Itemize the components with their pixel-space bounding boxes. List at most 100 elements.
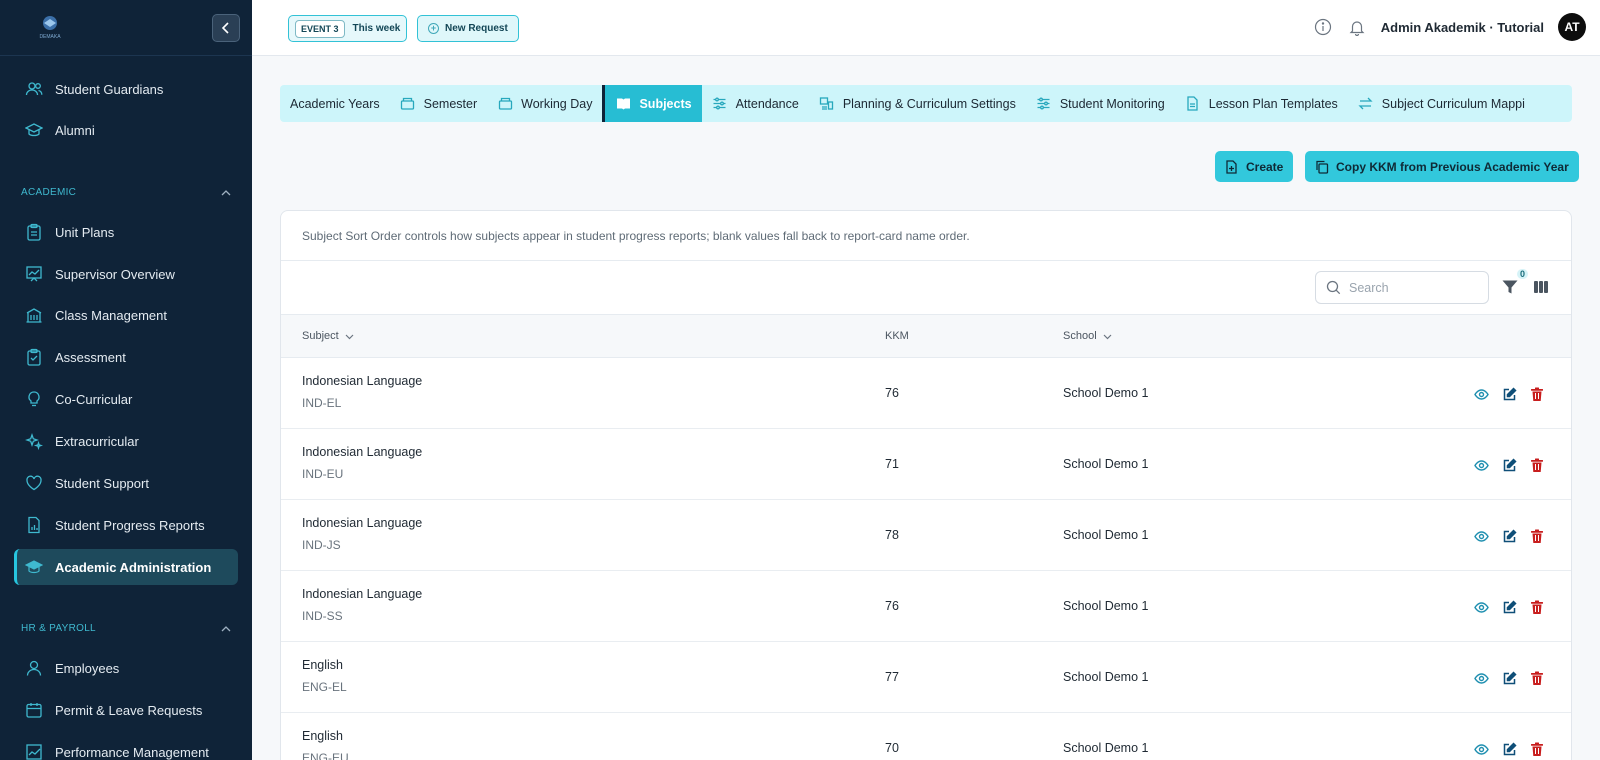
- section-label: ACADEMIC: [21, 187, 77, 198]
- chevron-up-icon: [221, 625, 231, 631]
- edit-icon[interactable]: [1501, 386, 1517, 402]
- sidebar-item-label: Performance Management: [55, 744, 209, 760]
- sidebar-item-assessment[interactable]: Assessment: [14, 339, 238, 375]
- view-icon[interactable]: [1473, 386, 1489, 402]
- edit-icon[interactable]: [1501, 670, 1517, 686]
- file-text-icon: [1185, 96, 1201, 112]
- graduation-cap-icon: [24, 120, 44, 140]
- tab-planning-curriculum-settings[interactable]: Planning & Curriculum Settings: [809, 85, 1026, 122]
- user-name[interactable]: Admin Akademik · Tutorial: [1381, 20, 1544, 35]
- tab-academic-years[interactable]: Academic Years: [280, 85, 390, 122]
- tab-label: Lesson Plan Templates: [1208, 96, 1338, 111]
- column-header-school[interactable]: School: [1063, 330, 1112, 342]
- table-row[interactable]: English ENG-EU 70 School Demo 1: [281, 713, 1571, 760]
- event-chip[interactable]: EVENT 3 This week: [288, 15, 408, 42]
- tab-subject-curriculum-mapping[interactable]: Subject Curriculum Mappi: [1348, 85, 1535, 122]
- app-logo[interactable]: DEMAKA: [34, 14, 66, 40]
- sidebar-item-alumni[interactable]: Alumni: [14, 112, 238, 148]
- view-icon[interactable]: [1473, 599, 1489, 615]
- filter-icon: [1502, 280, 1518, 294]
- view-icon[interactable]: [1473, 457, 1489, 473]
- delete-icon[interactable]: [1529, 599, 1545, 615]
- subject-code: IND-EU: [302, 467, 344, 481]
- subject-code: ENG-EU: [302, 751, 349, 760]
- bell-icon[interactable]: [1347, 17, 1367, 37]
- sidebar-item-extracurricular[interactable]: Extracurricular: [14, 423, 238, 459]
- tab-subjects[interactable]: Subjects: [602, 85, 702, 122]
- sidebar-item-permit-leave-requests[interactable]: Permit & Leave Requests: [14, 692, 238, 728]
- delete-icon[interactable]: [1529, 386, 1545, 402]
- sidebar-item-label: Supervisor Overview: [55, 266, 175, 282]
- delete-icon[interactable]: [1529, 457, 1545, 473]
- tab-label: Student Monitoring: [1059, 96, 1165, 111]
- sidebar-collapse-button[interactable]: [212, 14, 240, 42]
- school-name: School Demo 1: [1063, 457, 1149, 471]
- sidebar-item-class-management[interactable]: Class Management: [14, 297, 238, 333]
- sidebar-item-co-curricular[interactable]: Co-Curricular: [14, 381, 238, 417]
- heart-icon: [24, 473, 44, 493]
- column-header-subject[interactable]: Subject: [302, 330, 354, 342]
- view-icon[interactable]: [1473, 528, 1489, 544]
- table-row[interactable]: Indonesian Language IND-EL 76 School Dem…: [281, 358, 1571, 429]
- new-request-button[interactable]: + New Request: [417, 15, 519, 42]
- sidebar-item-unit-plans[interactable]: Unit Plans: [14, 214, 238, 250]
- delete-icon[interactable]: [1529, 741, 1545, 757]
- kkm-value: 76: [885, 599, 899, 613]
- sidebar-item-student-progress-reports[interactable]: Student Progress Reports: [14, 507, 238, 543]
- info-icon[interactable]: [1313, 17, 1333, 37]
- subjects-card: Subject Sort Order controls how subjects…: [280, 210, 1572, 760]
- tab-attendance[interactable]: Attendance: [702, 85, 809, 122]
- table-row[interactable]: Indonesian Language IND-EU 71 School Dem…: [281, 429, 1571, 500]
- tab-label: Semester: [423, 96, 478, 111]
- table-row[interactable]: Indonesian Language IND-SS 76 School Dem…: [281, 571, 1571, 642]
- sidebar-item-performance-management[interactable]: Performance Management: [14, 734, 238, 760]
- copy-kkm-button[interactable]: Copy KKM from Previous Academic Year: [1305, 151, 1579, 182]
- sidebar-item-employees[interactable]: Employees: [14, 650, 238, 686]
- edit-icon[interactable]: [1501, 741, 1517, 757]
- edit-icon[interactable]: [1501, 599, 1517, 615]
- table-row[interactable]: English ENG-EL 77 School Demo 1: [281, 642, 1571, 713]
- view-icon[interactable]: [1473, 741, 1489, 757]
- subject-name: Indonesian Language: [302, 516, 423, 530]
- columns-button[interactable]: [1533, 279, 1551, 297]
- column-header-kkm[interactable]: KKM: [885, 330, 909, 342]
- column-label: Subject: [302, 330, 339, 342]
- sidebar-item-label: Assessment: [55, 349, 126, 365]
- tab-student-monitoring[interactable]: Student Monitoring: [1026, 85, 1175, 122]
- section-label: HR & PAYROLL: [21, 623, 96, 634]
- svg-text:DEMAKA: DEMAKA: [39, 34, 61, 40]
- search-box[interactable]: [1315, 271, 1489, 304]
- sidebar-item-supervisor-overview[interactable]: Supervisor Overview: [14, 256, 238, 292]
- view-icon[interactable]: [1473, 670, 1489, 686]
- avatar[interactable]: AT: [1558, 13, 1586, 41]
- sidebar-item-student-guardians[interactable]: Student Guardians: [14, 71, 238, 107]
- school-name: School Demo 1: [1063, 741, 1149, 755]
- row-actions: [1473, 599, 1557, 615]
- table-row[interactable]: Indonesian Language IND-JS 78 School Dem…: [281, 500, 1571, 571]
- search-input[interactable]: [1349, 280, 1479, 295]
- delete-icon[interactable]: [1529, 528, 1545, 544]
- create-button[interactable]: Create: [1215, 151, 1294, 182]
- tab-semester[interactable]: Semester: [390, 85, 488, 122]
- edit-icon[interactable]: [1501, 457, 1517, 473]
- sidebar-item-student-support[interactable]: Student Support: [14, 465, 238, 501]
- delete-icon[interactable]: [1529, 670, 1545, 686]
- search-icon: [1326, 280, 1341, 295]
- edit-icon[interactable]: [1501, 528, 1517, 544]
- subject-cell: Indonesian Language IND-EU: [302, 445, 422, 481]
- sliders-icon: [1036, 96, 1052, 112]
- sparkles-icon: [24, 431, 44, 451]
- sidebar-section-hr-payroll[interactable]: HR & PAYROLL: [21, 623, 231, 634]
- event-tag: EVENT 3: [295, 19, 345, 38]
- subject-cell: English ENG-EU: [302, 729, 349, 760]
- lightbulb-icon: [24, 389, 44, 409]
- filter-button[interactable]: [1501, 278, 1521, 298]
- tab-label: Subjects: [639, 96, 692, 111]
- tab-lesson-plan-templates[interactable]: Lesson Plan Templates: [1175, 85, 1348, 122]
- subject-cell: Indonesian Language IND-SS: [302, 587, 422, 623]
- sidebar-item-academic-administration[interactable]: Academic Administration: [14, 549, 238, 585]
- sidebar-section-academic[interactable]: ACADEMIC: [21, 187, 231, 198]
- school-name: School Demo 1: [1063, 599, 1149, 613]
- tab-working-day[interactable]: Working Day: [487, 85, 602, 122]
- sidebar-item-label: Student Support: [55, 475, 149, 491]
